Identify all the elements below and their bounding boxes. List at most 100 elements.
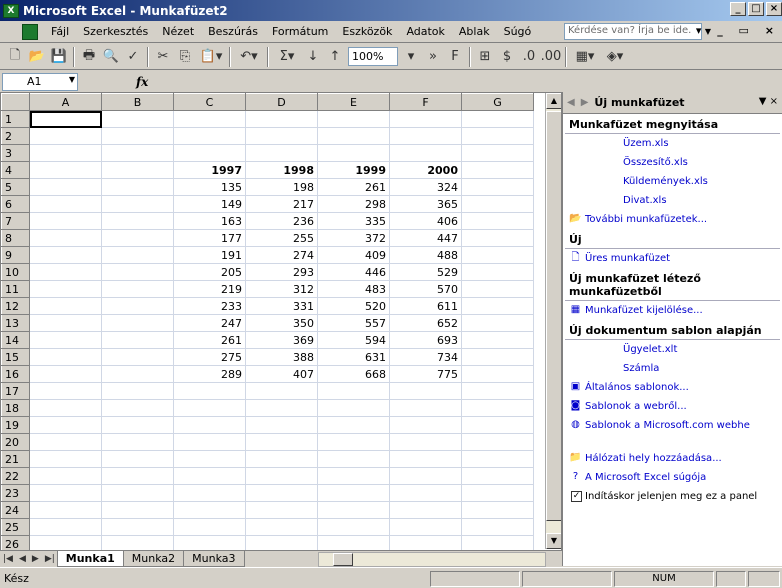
cell[interactable] <box>173 433 246 451</box>
task-pane-link[interactable]: ◙ Sablonok a webről... <box>563 397 782 416</box>
cell[interactable] <box>29 178 102 196</box>
print-icon[interactable]: 🖶 <box>78 46 100 68</box>
task-pane-link[interactable]: ▣ Általános sablonok... <box>563 378 782 397</box>
cell[interactable]: 734 <box>389 348 462 366</box>
menu-tools[interactable]: Eszközök <box>335 25 399 38</box>
cell[interactable] <box>29 246 102 264</box>
cell[interactable] <box>245 484 318 502</box>
column-header[interactable]: D <box>245 93 318 111</box>
cell[interactable] <box>461 399 534 417</box>
scroll-down-icon[interactable]: ▼ <box>546 533 561 549</box>
row-header[interactable]: 12 <box>1 297 30 315</box>
cell[interactable] <box>173 110 246 128</box>
cell[interactable] <box>101 110 174 128</box>
row-header[interactable]: 24 <box>1 501 30 519</box>
help-search-input[interactable]: Kérdése van? Írja be ide. <box>564 23 702 40</box>
cell[interactable] <box>173 127 246 145</box>
cell[interactable] <box>101 467 174 485</box>
cell[interactable]: 236 <box>245 212 318 230</box>
row-header[interactable]: 7 <box>1 212 30 230</box>
cut-icon[interactable]: ✂ <box>152 46 174 68</box>
cell[interactable] <box>317 382 390 400</box>
cell[interactable]: 312 <box>245 280 318 298</box>
cell[interactable]: 331 <box>245 297 318 315</box>
row-header[interactable]: 23 <box>1 484 30 502</box>
cell[interactable] <box>245 382 318 400</box>
cell[interactable] <box>101 518 174 536</box>
cell[interactable]: 261 <box>173 331 246 349</box>
cell[interactable] <box>461 246 534 264</box>
cell[interactable] <box>461 416 534 434</box>
cell[interactable] <box>389 399 462 417</box>
cell[interactable] <box>461 195 534 213</box>
row-header[interactable]: 5 <box>1 178 30 196</box>
horizontal-scroll-thumb[interactable] <box>333 553 353 566</box>
undo-icon[interactable]: ↶▾ <box>234 46 264 68</box>
cell[interactable] <box>245 416 318 434</box>
document-window-controls[interactable]: ▾ _ ▭ × <box>696 24 780 37</box>
cell[interactable] <box>461 263 534 281</box>
first-sheet-icon[interactable]: |◀ <box>0 554 16 564</box>
cell[interactable] <box>245 501 318 519</box>
cell[interactable] <box>173 399 246 417</box>
cell[interactable]: 335 <box>317 212 390 230</box>
cell[interactable]: 447 <box>389 229 462 247</box>
cell[interactable] <box>389 110 462 128</box>
cell[interactable]: 446 <box>317 263 390 281</box>
cell[interactable]: 275 <box>173 348 246 366</box>
cell[interactable] <box>29 314 102 332</box>
cell[interactable]: 557 <box>317 314 390 332</box>
menu-format[interactable]: Formátum <box>265 25 335 38</box>
cell[interactable]: 233 <box>173 297 246 315</box>
cell[interactable] <box>101 331 174 349</box>
cell[interactable]: 247 <box>173 314 246 332</box>
scroll-up-icon[interactable]: ▲ <box>546 93 561 109</box>
menu-edit[interactable]: Szerkesztés <box>76 25 155 38</box>
cell[interactable] <box>29 195 102 213</box>
save-icon[interactable]: 💾 <box>48 46 70 68</box>
row-header[interactable]: 17 <box>1 382 30 400</box>
cell[interactable]: 693 <box>389 331 462 349</box>
cell[interactable] <box>461 450 534 468</box>
close-button[interactable]: × <box>766 2 782 16</box>
cell[interactable] <box>101 263 174 281</box>
cell[interactable]: 372 <box>317 229 390 247</box>
row-header[interactable]: 8 <box>1 229 30 247</box>
spelling-icon[interactable]: ✓ <box>122 46 144 68</box>
cell[interactable] <box>461 314 534 332</box>
column-header[interactable]: F <box>389 93 462 111</box>
sort-descending-icon[interactable]: ↑ <box>324 46 346 68</box>
cell[interactable]: 611 <box>389 297 462 315</box>
row-header[interactable]: 9 <box>1 246 30 264</box>
open-icon[interactable]: 📂 <box>26 46 48 68</box>
cell[interactable]: 488 <box>389 246 462 264</box>
row-header[interactable]: 11 <box>1 280 30 298</box>
row-header[interactable]: 15 <box>1 348 30 366</box>
cell[interactable] <box>389 144 462 162</box>
prev-sheet-icon[interactable]: ◀ <box>16 554 29 564</box>
startup-checkbox[interactable]: ✓ <box>571 491 582 502</box>
name-box-dropdown-icon[interactable]: ▼ <box>69 75 75 84</box>
cell[interactable] <box>461 348 534 366</box>
toolbar-options-icon[interactable]: » <box>422 46 444 68</box>
borders-icon[interactable]: ▦▾ <box>570 46 600 68</box>
cell[interactable] <box>101 501 174 519</box>
cell[interactable] <box>29 212 102 230</box>
task-pane-link[interactable]: ▦ Munkafüzet kijelölése... <box>563 301 782 320</box>
cell[interactable] <box>245 433 318 451</box>
cell[interactable] <box>461 212 534 230</box>
cell[interactable] <box>29 297 102 315</box>
cell[interactable] <box>461 178 534 196</box>
cell[interactable] <box>317 110 390 128</box>
task-pane-forward-icon[interactable]: ▶ <box>581 97 589 108</box>
row-header[interactable]: 13 <box>1 314 30 332</box>
cell[interactable]: 261 <box>317 178 390 196</box>
cell[interactable] <box>317 450 390 468</box>
cell[interactable] <box>29 161 102 179</box>
cell[interactable] <box>461 501 534 519</box>
cell[interactable]: 135 <box>173 178 246 196</box>
cell[interactable] <box>29 450 102 468</box>
cell[interactable] <box>101 280 174 298</box>
task-pane-link[interactable]: ? A Microsoft Excel súgója <box>563 468 782 487</box>
fill-color-icon[interactable]: ◈▾ <box>600 46 630 68</box>
